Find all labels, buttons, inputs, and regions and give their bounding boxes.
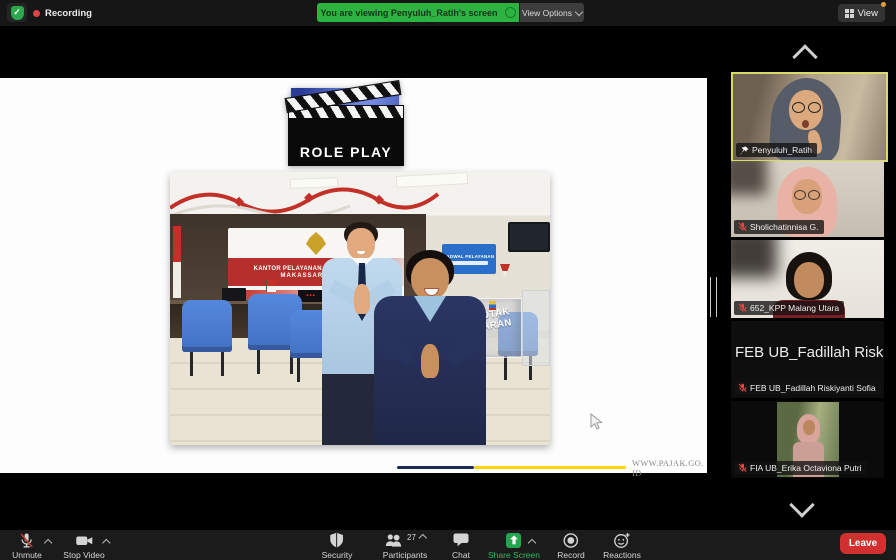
chat-bubble-icon: [452, 532, 470, 548]
encryption-button[interactable]: ✓: [7, 3, 27, 22]
footer-line-yellow: [474, 466, 626, 469]
participant-name-label: FEB UB_Fadillah Riskiyanti Sofia: [734, 381, 881, 395]
record-icon: [563, 532, 580, 549]
flag-banner: [173, 226, 181, 298]
woman-greeting-hands: [421, 344, 439, 378]
video-options-chevron-icon[interactable]: [102, 539, 110, 547]
recording-indicator: Recording: [33, 0, 92, 26]
reactions-smiley-icon: [613, 532, 631, 549]
recording-dot-icon: [33, 10, 40, 17]
share-options-chevron-icon[interactable]: [528, 539, 536, 547]
footer-url-line1: WWW.PAJAK.GO.: [632, 459, 706, 469]
chevron-down-icon: [575, 7, 583, 15]
meeting-toolbar: Unmute Stop Video Security 27 Participan…: [0, 530, 896, 560]
muted-mic-icon: [738, 463, 747, 473]
glass-partition: [522, 290, 550, 366]
view-options-label: View Options: [522, 8, 572, 18]
participant-face: [794, 262, 824, 298]
footer-url-line2: ID: [632, 469, 706, 479]
mouse-cursor: [590, 413, 604, 432]
clapperboard-image: ROLE PLAY: [287, 88, 403, 166]
participant-name: Penyuluh_Ratih: [752, 145, 812, 155]
participants-icon: [384, 533, 403, 548]
stop-video-label: Stop Video: [63, 550, 104, 560]
participant-name: Sholichatinnisa G.: [750, 222, 819, 232]
share-scrollbar[interactable]: [710, 277, 717, 317]
grid-view-icon: [845, 9, 854, 18]
footer-url: WWW.PAJAK.GO. ID: [632, 459, 706, 478]
participant-name: 652_KPP Malang Utara: [750, 303, 839, 313]
share-screen-label: Share Screen: [488, 550, 540, 560]
participant-name-label: FIA UB_Erika Octaviona Putri: [734, 461, 867, 475]
participants-count: 27: [407, 533, 416, 542]
shared-screen-slide: ROLE PLAY KANTOR PELAYANAN PAJAK PRATAMA…: [0, 78, 707, 473]
participant-name: FIA UB_Erika Octaviona Putri: [750, 463, 862, 473]
unmute-label: Unmute: [12, 550, 42, 560]
reactions-button[interactable]: Reactions: [603, 532, 641, 560]
participant-tile-erika[interactable]: FIA UB_Erika Octaviona Putri: [731, 401, 884, 478]
slide-title: ROLE PLAY: [288, 144, 404, 160]
counter-monitor: [222, 288, 246, 301]
record-label: Record: [557, 550, 584, 560]
security-button[interactable]: Security: [322, 532, 353, 560]
pennant-decoration: [500, 264, 510, 278]
scroll-up-chevron-icon[interactable]: [792, 44, 817, 69]
participant-name-label: Sholichatinnisa G.: [734, 220, 824, 234]
participant-tile-sholichatinnisa[interactable]: Sholichatinnisa G.: [731, 161, 884, 237]
participants-label: Participants: [383, 550, 427, 560]
screen-indicator-icon: [505, 7, 516, 18]
participant-name: FEB UB_Fadillah Riskiyanti Sofia: [750, 383, 876, 393]
muted-mic-icon: [738, 383, 747, 393]
office-photo: KANTOR PELAYANAN PAJAK PRATAMA MAKASSAR …: [170, 172, 550, 445]
participant-tile-kpp-malang-utara[interactable]: 652_KPP Malang Utara: [731, 240, 884, 318]
muted-mic-icon: [738, 303, 747, 313]
zoom-meeting-window: ✓ Recording You are viewing Penyuluh_Rat…: [0, 0, 896, 560]
view-options-button[interactable]: View Options: [520, 3, 584, 22]
record-button[interactable]: Record: [557, 532, 584, 560]
chat-button[interactable]: Chat: [452, 532, 470, 560]
background-shadow: [731, 240, 777, 278]
participant-name-label: 652_KPP Malang Utara: [734, 301, 844, 315]
participant-tile-penyuluh-ratih[interactable]: Penyuluh_Ratih: [731, 72, 888, 162]
viewing-screen-text: You are viewing Penyuluh_Ratih's screen: [320, 8, 497, 18]
unmute-options-chevron-icon[interactable]: [44, 539, 52, 547]
participant-tile-fadillah[interactable]: FEB UB_Fadillah Riski... FEB UB_Fadillah…: [731, 321, 884, 398]
participant-face: [803, 420, 815, 435]
chat-label: Chat: [452, 550, 470, 560]
view-label: View: [858, 8, 878, 19]
participants-chevron-icon[interactable]: [419, 534, 427, 542]
footer-line-navy: [397, 466, 474, 469]
background-shadow: [731, 161, 767, 195]
view-button[interactable]: View: [838, 4, 885, 22]
participant-glasses: [791, 102, 821, 112]
woman-figure: [366, 250, 494, 445]
unmute-button[interactable]: Unmute: [12, 532, 42, 560]
notification-dot: [881, 2, 886, 7]
security-label: Security: [322, 550, 353, 560]
top-bar: ✓ Recording You are viewing Penyuluh_Rat…: [0, 0, 896, 26]
security-shield-icon: [329, 532, 345, 548]
shield-check-icon: ✓: [11, 6, 24, 20]
participant-mouth: [802, 120, 809, 128]
video-camera-icon: [75, 533, 93, 548]
participant-name-label: Penyuluh_Ratih: [736, 143, 817, 157]
muted-mic-icon: [738, 222, 747, 232]
reactions-label: Reactions: [603, 550, 641, 560]
share-screen-icon: [506, 533, 521, 548]
leave-button[interactable]: Leave: [840, 533, 886, 554]
waiting-chair: [182, 300, 232, 352]
stop-video-button[interactable]: Stop Video: [63, 532, 104, 560]
participants-button[interactable]: 27 Participants: [383, 532, 427, 560]
recording-label: Recording: [45, 8, 92, 19]
viewing-screen-banner: You are viewing Penyuluh_Ratih's screen: [317, 3, 519, 22]
small-indonesian-flag: [266, 280, 276, 292]
participant-display-name: FEB UB_Fadillah Riski...: [731, 344, 884, 361]
muted-mic-icon: [18, 532, 35, 549]
tv-screen: [508, 222, 550, 252]
participant-glasses: [794, 190, 820, 198]
clapperboard-body: ROLE PLAY: [288, 118, 404, 166]
scroll-down-chevron-icon[interactable]: [789, 492, 814, 517]
share-screen-button[interactable]: Share Screen: [488, 532, 540, 560]
pin-icon: [740, 146, 749, 155]
